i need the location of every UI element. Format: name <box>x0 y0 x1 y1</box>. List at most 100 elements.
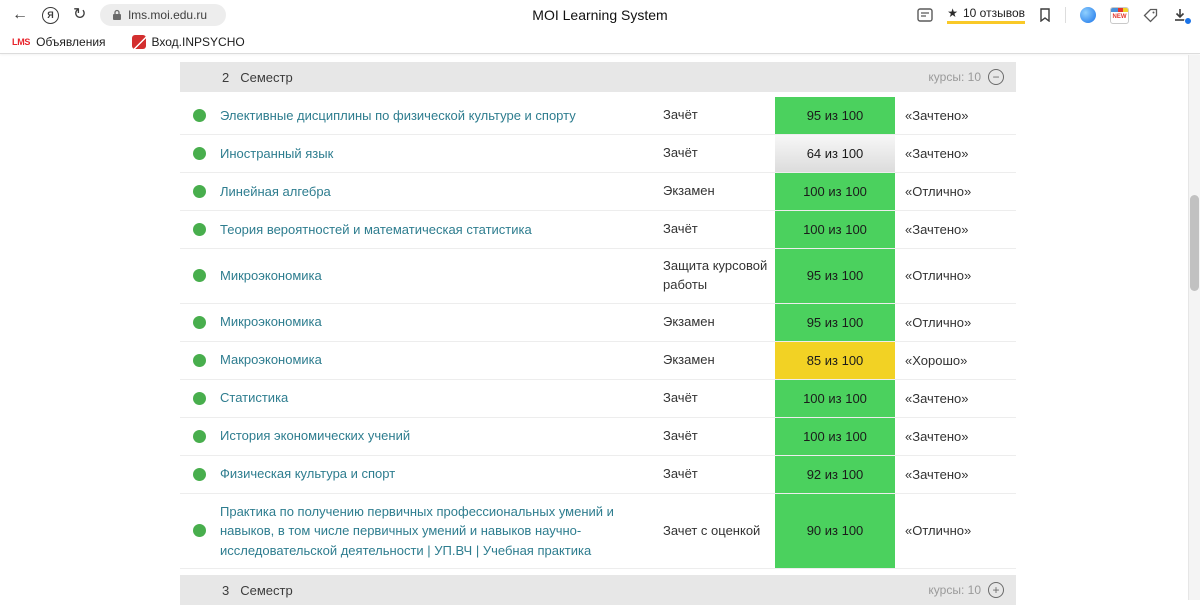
grade-text: «Отлично» <box>905 184 972 199</box>
courses-count-label: курсы: 10 <box>928 583 981 598</box>
course-link[interactable]: Микроэкономика <box>220 266 322 286</box>
course-link[interactable]: Физическая культура и спорт <box>220 464 395 484</box>
exam-type: Защита курсовой работы <box>663 258 768 292</box>
course-cell: Физическая культура и спорт <box>220 456 663 493</box>
address-bar[interactable]: lms.moi.edu.ru <box>100 4 227 26</box>
status-cell <box>180 211 220 248</box>
grade-text: «Зачтено» <box>905 390 969 406</box>
download-badge <box>1184 17 1192 25</box>
course-cell: Статистика <box>220 380 663 417</box>
exam-type: Зачёт <box>663 389 698 405</box>
score-badge: 95 из 100 <box>775 249 895 303</box>
courses-count-label: курсы: 10 <box>928 70 981 84</box>
status-dot-icon <box>193 353 206 367</box>
exam-type: Зачёт <box>663 427 698 443</box>
status-cell <box>180 97 220 134</box>
refresh-icon[interactable]: ↻ <box>73 7 86 23</box>
course-link[interactable]: Линейная алгебра <box>220 182 331 202</box>
exam-type: Зачёт <box>663 221 698 237</box>
address-url: lms.moi.edu.ru <box>128 8 208 22</box>
semester-number: 3 <box>222 582 230 598</box>
scrollbar-thumb[interactable] <box>1190 195 1199 291</box>
course-cell: Макроэкономика <box>220 342 663 379</box>
reviews-button[interactable]: ★ 10 отзывов <box>947 6 1025 24</box>
toolbar-right-cluster: ★ 10 отзывов NEW <box>917 6 1192 25</box>
inpsycho-favicon <box>131 34 146 49</box>
score-badge: 100 из 100 <box>775 417 895 455</box>
grade-text: «Зачтено» <box>905 466 969 482</box>
bookmark-item-announcements[interactable]: LMS Объявления <box>12 35 106 49</box>
table-row: Элективные дисциплины по физической куль… <box>180 97 1016 135</box>
table-row: Микроэкономика Защита курсовой работы 95… <box>180 249 1016 304</box>
status-cell <box>180 456 220 493</box>
status-dot-icon <box>193 467 206 481</box>
score-badge: 92 из 100 <box>775 455 895 493</box>
status-cell <box>180 494 220 569</box>
course-cell: Теория вероятностей и математическая ста… <box>220 211 663 248</box>
semester-title: Семестр <box>240 582 293 598</box>
grades-panel: 2 Семестр курсы: 10 − Элективные дисципл… <box>180 62 1016 605</box>
back-icon[interactable]: ← <box>12 7 28 23</box>
status-cell <box>180 304 220 341</box>
grade-text: «Зачтено» <box>905 108 969 123</box>
toolbar-divider <box>1065 7 1066 23</box>
download-icon[interactable] <box>1172 7 1192 25</box>
vertical-scrollbar[interactable] <box>1188 55 1200 600</box>
table-row: Физическая культура и спорт Зачёт 92 из … <box>180 455 1016 494</box>
course-table: Элективные дисциплины по физической куль… <box>180 97 1016 570</box>
status-dot-icon <box>193 429 206 443</box>
course-cell: Иностранный язык <box>220 135 663 172</box>
browser-toolbar: ← Я ↻ lms.moi.edu.ru MOI Learning System… <box>0 0 1200 30</box>
table-row: Иностранный язык Зачёт 64 из 100 «Зачтен… <box>180 135 1016 173</box>
score-badge: 100 из 100 <box>775 173 895 210</box>
course-link[interactable]: Статистика <box>220 388 288 408</box>
course-link[interactable]: История экономических учений <box>220 426 410 446</box>
course-link[interactable]: Микроэкономика <box>220 312 322 332</box>
reviews-label: 10 отзывов <box>962 6 1025 20</box>
grade-text: «Отлично» <box>905 268 972 284</box>
course-link[interactable]: Теория вероятностей и математическая ста… <box>220 220 532 240</box>
status-dot-icon <box>193 185 206 198</box>
semester-number: 2 <box>222 69 230 85</box>
status-dot-icon <box>193 391 206 405</box>
semester-title: Семестр <box>240 69 293 85</box>
score-badge: 95 из 100 <box>775 97 895 134</box>
course-link[interactable]: Иностранный язык <box>220 144 333 164</box>
table-row: Практика по получению первичных професси… <box>180 493 1016 570</box>
score-badge: 95 из 100 <box>775 303 895 341</box>
bookmark-label: Объявления <box>36 34 106 49</box>
bookmarks-bar: LMS Объявления Вход.INPSYCHO <box>0 30 1200 54</box>
course-link[interactable]: Элективные дисциплины по физической куль… <box>220 106 576 126</box>
expand-icon[interactable]: + <box>988 582 1004 599</box>
grade-text: «Отлично» <box>905 314 972 330</box>
lock-icon <box>112 9 122 21</box>
status-cell <box>180 380 220 417</box>
course-link[interactable]: Макроэкономика <box>220 350 322 370</box>
score-badge: 100 из 100 <box>775 379 895 417</box>
status-cell <box>180 249 220 303</box>
semester-3-header: 3 Семестр курсы: 10 + <box>180 575 1016 605</box>
exam-type: Зачёт <box>663 145 698 161</box>
panel-icon[interactable] <box>917 8 933 22</box>
extension-tag-icon[interactable] <box>1143 8 1158 23</box>
lms-favicon: LMS <box>12 36 31 47</box>
table-row: Линейная алгебра Экзамен 100 из 100 «Отл… <box>180 173 1016 211</box>
bookmark-icon[interactable] <box>1039 8 1051 22</box>
grade-text: «Зачтено» <box>905 222 969 237</box>
status-cell <box>180 135 220 172</box>
grade-text: «Зачтено» <box>905 428 969 444</box>
collapse-icon[interactable]: − <box>988 69 1004 85</box>
status-dot-icon <box>193 109 206 122</box>
course-link[interactable]: Практика по получению первичных професси… <box>220 502 649 561</box>
status-dot-icon <box>193 315 206 329</box>
extension-new-icon[interactable]: NEW <box>1110 6 1129 24</box>
exam-type: Экзамен <box>663 183 715 199</box>
status-dot-icon <box>193 223 206 236</box>
table-row: Макроэкономика Экзамен 85 из 100 «Хорошо… <box>180 341 1016 380</box>
status-cell <box>180 342 220 379</box>
extension-browser-icon[interactable] <box>1080 7 1096 23</box>
yandex-menu-icon[interactable]: Я <box>42 6 59 24</box>
bookmark-label: Вход.INPSYCHO <box>151 34 245 49</box>
exam-type: Экзамен <box>663 351 715 367</box>
bookmark-item-inpsycho[interactable]: Вход.INPSYCHO <box>131 34 245 49</box>
